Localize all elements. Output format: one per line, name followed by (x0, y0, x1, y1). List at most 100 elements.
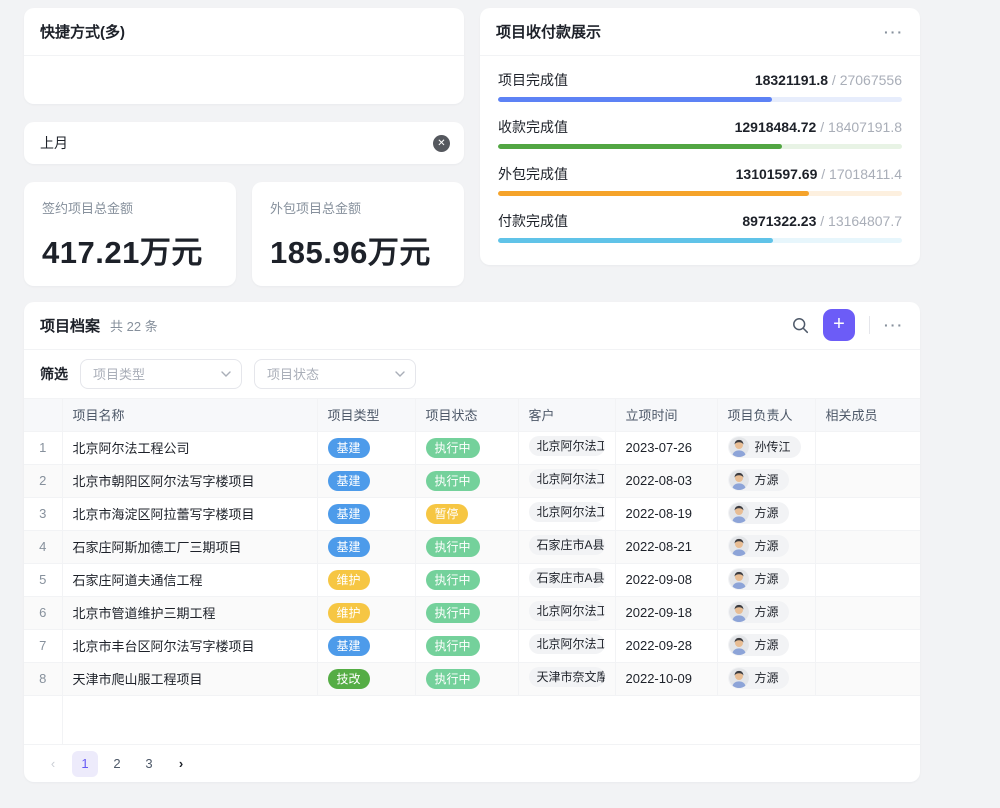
table-header-row: 项目名称 项目类型 项目状态 客户 立项时间 项目负责人 相关成员 (24, 398, 920, 431)
type-badge: 基建 (328, 537, 370, 557)
toolbar-divider (869, 316, 870, 334)
table-row[interactable]: 4 石家庄阿斯加德工厂三期项目 基建 执行中 石家庄市A县 2022-08-21… (24, 530, 920, 563)
owner-tag: 方源 (728, 469, 789, 491)
empty-filler-row (24, 695, 920, 744)
owner-cell: 孙传江 (717, 431, 815, 464)
members-cell (815, 662, 920, 695)
progress-total-value: / 17018411.4 (817, 166, 902, 182)
pagination: ‹123› (24, 744, 920, 782)
avatar (729, 536, 749, 556)
start-date-cell: 2022-09-08 (615, 563, 717, 596)
progress-done-value: 18321191.8 (755, 72, 828, 88)
pagination-prev-button[interactable]: ‹ (40, 751, 66, 777)
progress-fill (498, 97, 772, 102)
avatar (729, 602, 749, 622)
members-cell (815, 497, 920, 530)
customer-cell: 北京阿尔法工 (518, 431, 615, 464)
status-badge: 执行中 (426, 669, 480, 689)
members-cell (815, 563, 920, 596)
progress-row: 收款完成值 12918484.72 / 18407191.8 (498, 117, 902, 149)
members-cell (815, 464, 920, 497)
table-row[interactable]: 8 天津市爬山服工程项目 技改 执行中 天津市奈文摩 2022-10-09 方源 (24, 662, 920, 695)
table-row[interactable]: 2 北京市朝阳区阿尔法写字楼项目 基建 执行中 北京阿尔法工 2022-08-0… (24, 464, 920, 497)
progress-done-value: 8971322.23 (742, 213, 816, 229)
stat-value: 185.96万元 (270, 227, 446, 272)
type-badge: 维护 (328, 603, 370, 623)
more-options-icon[interactable]: ··· (884, 24, 904, 40)
search-icon[interactable] (792, 317, 809, 334)
customer-tag: 石家庄市A县 (529, 568, 605, 588)
progress-list: 项目完成值 18321191.8 / 27067556 收款完成值 129184… (480, 56, 920, 272)
project-name-cell: 石家庄阿道夫通信工程 (62, 563, 317, 596)
progress-values: 18321191.8 / 27067556 (755, 72, 902, 88)
status-badge: 执行中 (426, 636, 480, 656)
table-row[interactable]: 6 北京市管道维护三期工程 维护 执行中 北京阿尔法工 2022-09-18 方… (24, 596, 920, 629)
owner-name: 方源 (755, 537, 779, 554)
avatar (729, 437, 749, 457)
start-date-cell: 2022-09-18 (615, 596, 717, 629)
project-status-dropdown[interactable]: 项目状态 (254, 359, 416, 389)
progress-total-value: / 18407191.8 (816, 119, 902, 135)
project-name-cell: 北京市朝阳区阿尔法写字楼项目 (62, 464, 317, 497)
table-more-options-icon[interactable]: ··· (884, 317, 904, 333)
table-row[interactable]: 1 北京阿尔法工程公司 基建 执行中 北京阿尔法工 2023-07-26 孙传江 (24, 431, 920, 464)
status-badge: 执行中 (426, 570, 480, 590)
table-row[interactable]: 5 石家庄阿道夫通信工程 维护 执行中 石家庄市A县 2022-09-08 方源 (24, 563, 920, 596)
project-status-cell: 执行中 (415, 662, 518, 695)
table-row[interactable]: 3 北京市海淀区阿拉蕾写字楼项目 基建 暂停 北京阿尔法工 2022-08-19… (24, 497, 920, 530)
signed-amount-card: 签约项目总金额 417.21万元 (24, 182, 236, 286)
type-badge: 基建 (328, 504, 370, 524)
status-badge: 执行中 (426, 603, 480, 623)
project-table: 项目名称 项目类型 项目状态 客户 立项时间 项目负责人 相关成员 1 北京阿尔… (24, 398, 920, 745)
project-name-cell: 北京阿尔法工程公司 (62, 431, 317, 464)
project-name-cell: 北京市海淀区阿拉蕾写字楼项目 (62, 497, 317, 530)
col-members: 相关成员 (815, 398, 920, 431)
customer-cell: 石家庄市A县 (518, 530, 615, 563)
chevron-down-icon (395, 371, 405, 377)
customer-tag: 天津市奈文摩 (529, 667, 605, 687)
chevron-down-icon (221, 371, 231, 377)
progress-label: 付款完成值 (498, 211, 568, 231)
members-cell (815, 431, 920, 464)
project-type-cell: 技改 (317, 662, 415, 695)
filter-bar: 筛选 项目类型 项目状态 (24, 350, 920, 398)
owner-cell: 方源 (717, 563, 815, 596)
project-type-cell: 基建 (317, 497, 415, 530)
project-type-dropdown[interactable]: 项目类型 (80, 359, 242, 389)
project-name-cell: 天津市爬山服工程项目 (62, 662, 317, 695)
pagination-page-3[interactable]: 3 (136, 751, 162, 777)
add-record-button[interactable]: + (823, 309, 855, 341)
progress-row: 付款完成值 8971322.23 / 13164807.7 (498, 211, 902, 243)
project-type-cell: 维护 (317, 563, 415, 596)
owner-name: 孙传江 (755, 438, 791, 455)
table-row[interactable]: 7 北京市丰台区阿尔法写字楼项目 基建 执行中 北京阿尔法工 2022-09-2… (24, 629, 920, 662)
dashboard: 快捷方式(多) 上月 ✕ 签约项目总金额 417.21万元 外包项目总金额 18… (24, 8, 920, 782)
customer-cell: 天津市奈文摩 (518, 662, 615, 695)
start-date-cell: 2022-08-03 (615, 464, 717, 497)
progress-label: 项目完成值 (498, 70, 568, 90)
owner-cell: 方源 (717, 497, 815, 530)
project-type-cell: 基建 (317, 431, 415, 464)
date-filter-chip-card[interactable]: 上月 ✕ (24, 122, 464, 164)
clear-filter-icon[interactable]: ✕ (433, 135, 450, 152)
pagination-page-2[interactable]: 2 (104, 751, 130, 777)
project-archive-card: 项目档案 共 22 条 + ··· 筛选 项目类型 (24, 302, 920, 782)
avatar (729, 569, 749, 589)
owner-tag: 方源 (728, 634, 789, 656)
start-date-cell: 2022-08-19 (615, 497, 717, 530)
status-badge: 执行中 (426, 471, 480, 491)
status-badge: 暂停 (426, 504, 468, 524)
pagination-page-1[interactable]: 1 (72, 751, 98, 777)
record-count: 共 22 条 (110, 316, 158, 335)
customer-tag: 北京阿尔法工 (529, 601, 605, 621)
table-card-title: 项目档案 (40, 315, 100, 336)
pagination-next-button[interactable]: › (168, 751, 194, 777)
owner-tag: 方源 (728, 667, 789, 689)
owner-tag: 方源 (728, 535, 789, 557)
members-cell (815, 530, 920, 563)
progress-done-value: 12918484.72 (735, 119, 817, 135)
progress-label: 收款完成值 (498, 117, 568, 137)
customer-cell: 北京阿尔法工 (518, 497, 615, 530)
progress-row: 项目完成值 18321191.8 / 27067556 (498, 70, 902, 102)
owner-name: 方源 (755, 504, 779, 521)
